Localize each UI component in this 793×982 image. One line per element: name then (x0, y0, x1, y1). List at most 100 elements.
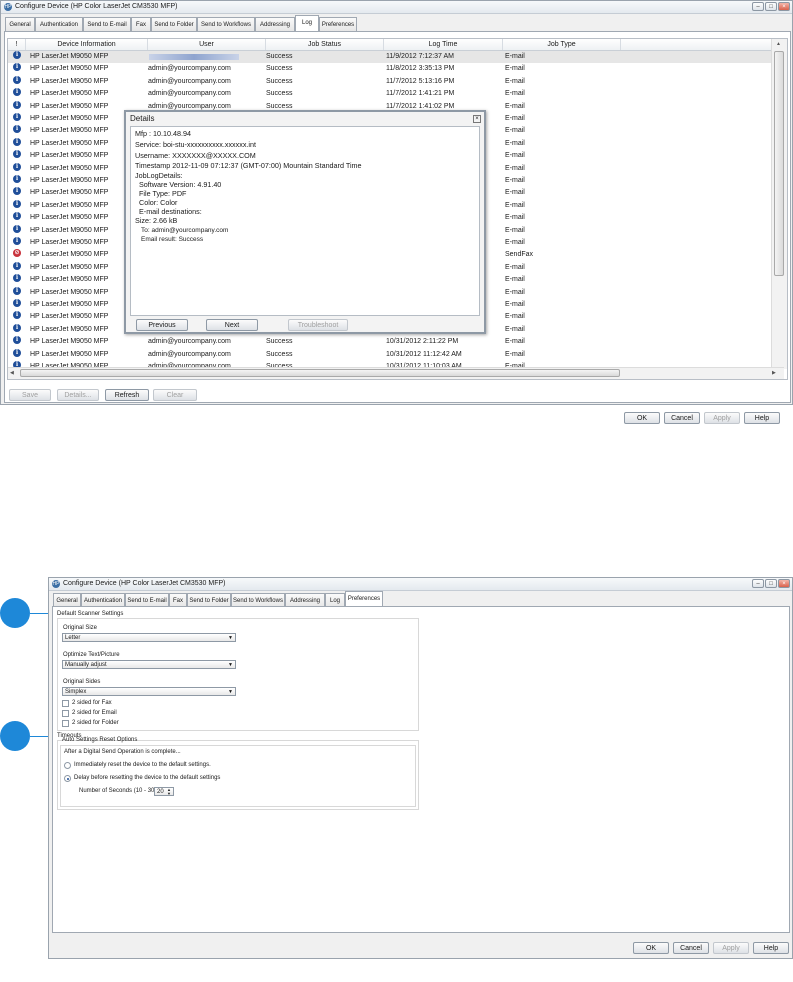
tab-send-to-email[interactable]: Send to E-mail (83, 17, 131, 31)
log-window: HP Configure Device (HP Color LaserJet C… (0, 0, 793, 405)
cell-status: Success (266, 338, 293, 346)
tab-send-to-workflows[interactable]: Send to Workflows (231, 593, 285, 607)
optimize-value: Manually adjust (65, 662, 107, 668)
column-header-job-type[interactable]: Job Type (503, 39, 621, 50)
seconds-stepper[interactable]: 20 ▲ ▼ (154, 787, 174, 796)
tab-log[interactable]: Log (295, 15, 319, 31)
original-sides-select[interactable]: Simplex ▼ (62, 687, 236, 696)
tab-authentication[interactable]: Authentication (81, 593, 125, 607)
cell-type: E-mail (505, 350, 525, 358)
tab-fax[interactable]: Fax (169, 593, 187, 607)
cell-type: E-mail (505, 139, 525, 147)
tab-send-to-email[interactable]: Send to E-mail (125, 593, 169, 607)
callout-marker (0, 721, 30, 751)
two-sided-email-label: 2 sided for Email (72, 710, 117, 716)
vertical-scroll-thumb[interactable] (774, 51, 784, 276)
cell-status: Success (266, 53, 293, 60)
preferences-window: HP Configure Device (HP Color LaserJet C… (48, 577, 793, 959)
cell-type: E-mail (505, 338, 525, 346)
table-row[interactable]: i HP LaserJet M9050 MFP admin@yourcompany.… (8, 75, 778, 88)
ok-button[interactable]: OK (624, 412, 660, 424)
maximize-icon[interactable]: □ (765, 579, 777, 588)
scroll-left-icon[interactable]: ◀ (10, 370, 14, 376)
tab-preferences[interactable]: Preferences (345, 591, 383, 607)
info-icon: i (13, 237, 21, 245)
maximize-icon[interactable]: □ (765, 2, 777, 11)
original-size-select[interactable]: Letter ▼ (62, 633, 236, 642)
info-icon: i (13, 51, 21, 59)
table-row[interactable]: i HP LaserJet M9050 MFP admin@yourcompany.… (8, 336, 778, 348)
tab-fax[interactable]: Fax (131, 17, 151, 31)
chevron-down-icon: ▼ (228, 635, 233, 641)
minimize-icon[interactable]: – (752, 579, 764, 588)
tab-addressing[interactable]: Addressing (255, 17, 295, 31)
tab-send-to-workflows[interactable]: Send to Workflows (197, 17, 255, 31)
cell-type: E-mail (505, 276, 525, 284)
cell-type: E-mail (505, 325, 525, 333)
refresh-button[interactable]: Refresh (105, 389, 149, 401)
two-sided-email-checkbox[interactable] (62, 710, 69, 717)
tab-preferences[interactable]: Preferences (319, 17, 357, 31)
save-button[interactable]: Save (9, 389, 51, 401)
column-header-device[interactable]: Device Information (26, 39, 148, 50)
table-row[interactable]: i HP LaserJet M9050 MFP admin@yourcompany.… (8, 348, 778, 361)
close-icon[interactable]: × (778, 579, 790, 588)
callout-marker (0, 598, 30, 628)
detail-line: Mfp : 10.10.48.94 (135, 129, 191, 138)
cell-status: Success (266, 90, 293, 98)
cell-status: Success (266, 77, 293, 85)
tab-send-to-folder[interactable]: Send to Folder (187, 593, 231, 607)
apply-button[interactable]: Apply (704, 412, 740, 424)
column-header-flag[interactable]: ! (8, 39, 26, 50)
chevron-down-icon: ▼ (228, 662, 233, 668)
tab-send-to-folder[interactable]: Send to Folder (151, 17, 197, 31)
clear-button[interactable]: Clear (153, 389, 197, 401)
table-row[interactable]: i HP LaserJet M9050 MFP admin@yourcompany.… (8, 88, 778, 100)
info-icon: i (13, 261, 21, 270)
two-sided-fax-checkbox[interactable] (62, 700, 69, 707)
scroll-right-icon[interactable]: ▶ (772, 370, 776, 376)
optimize-select[interactable]: Manually adjust ▼ (62, 660, 236, 669)
help-button[interactable]: Help (753, 942, 789, 954)
vertical-scrollbar[interactable]: ▲ (771, 39, 787, 369)
tab-log[interactable]: Log (325, 593, 345, 607)
cell-device: HP LaserJet M9050 MFP (30, 338, 109, 346)
column-header-user[interactable]: User (148, 39, 266, 50)
reset-immediately-radio[interactable] (64, 762, 71, 769)
table-row[interactable]: i HP LaserJet M9050 MFP Success 11/9/2012 7… (8, 51, 778, 64)
ok-button[interactable]: OK (633, 942, 669, 954)
info-icon: i (13, 187, 21, 196)
detail-line: Email result: Success (141, 236, 204, 243)
table-row[interactable]: i HP LaserJet M9050 MFP admin@yourcompany.… (8, 63, 778, 75)
cell-device: HP LaserJet M9050 MFP (30, 77, 109, 85)
cell-type: E-mail (505, 226, 525, 234)
scroll-up-icon[interactable]: ▲ (776, 41, 781, 47)
help-button[interactable]: Help (744, 412, 780, 424)
column-header-log-time[interactable]: Log Time (384, 39, 503, 50)
minimize-icon[interactable]: – (752, 2, 764, 11)
next-button[interactable]: Next (206, 319, 258, 331)
previous-button[interactable]: Previous (136, 319, 188, 331)
reset-immediately-label: Immediately reset the device to the defa… (74, 762, 211, 768)
apply-button[interactable]: Apply (713, 942, 749, 954)
horizontal-scrollbar[interactable]: ◀ ▶ (8, 367, 784, 379)
detail-line: Timestamp 2012-11-09 07:12:37 (GMT-07:00… (135, 161, 362, 170)
close-icon[interactable]: × (778, 2, 790, 11)
column-header-status[interactable]: Job Status (266, 39, 384, 50)
tab-addressing[interactable]: Addressing (285, 593, 325, 607)
spin-arrows-icon[interactable]: ▲ ▼ (167, 788, 171, 796)
cancel-button[interactable]: Cancel (664, 412, 700, 424)
original-size-value: Letter (65, 635, 81, 641)
cell-type: E-mail (505, 90, 525, 98)
cancel-button[interactable]: Cancel (673, 942, 709, 954)
tab-general[interactable]: General (53, 593, 81, 607)
tab-authentication[interactable]: Authentication (35, 17, 83, 31)
tab-general[interactable]: General (5, 17, 35, 31)
two-sided-folder-checkbox[interactable] (62, 720, 69, 727)
delay-reset-radio[interactable] (64, 775, 71, 782)
cell-status: Success (266, 350, 293, 358)
horizontal-scroll-thumb[interactable] (20, 369, 620, 377)
close-icon[interactable]: × (473, 115, 481, 123)
details-button[interactable]: Details... (57, 389, 99, 401)
troubleshoot-button[interactable]: Troubleshoot (288, 319, 348, 331)
